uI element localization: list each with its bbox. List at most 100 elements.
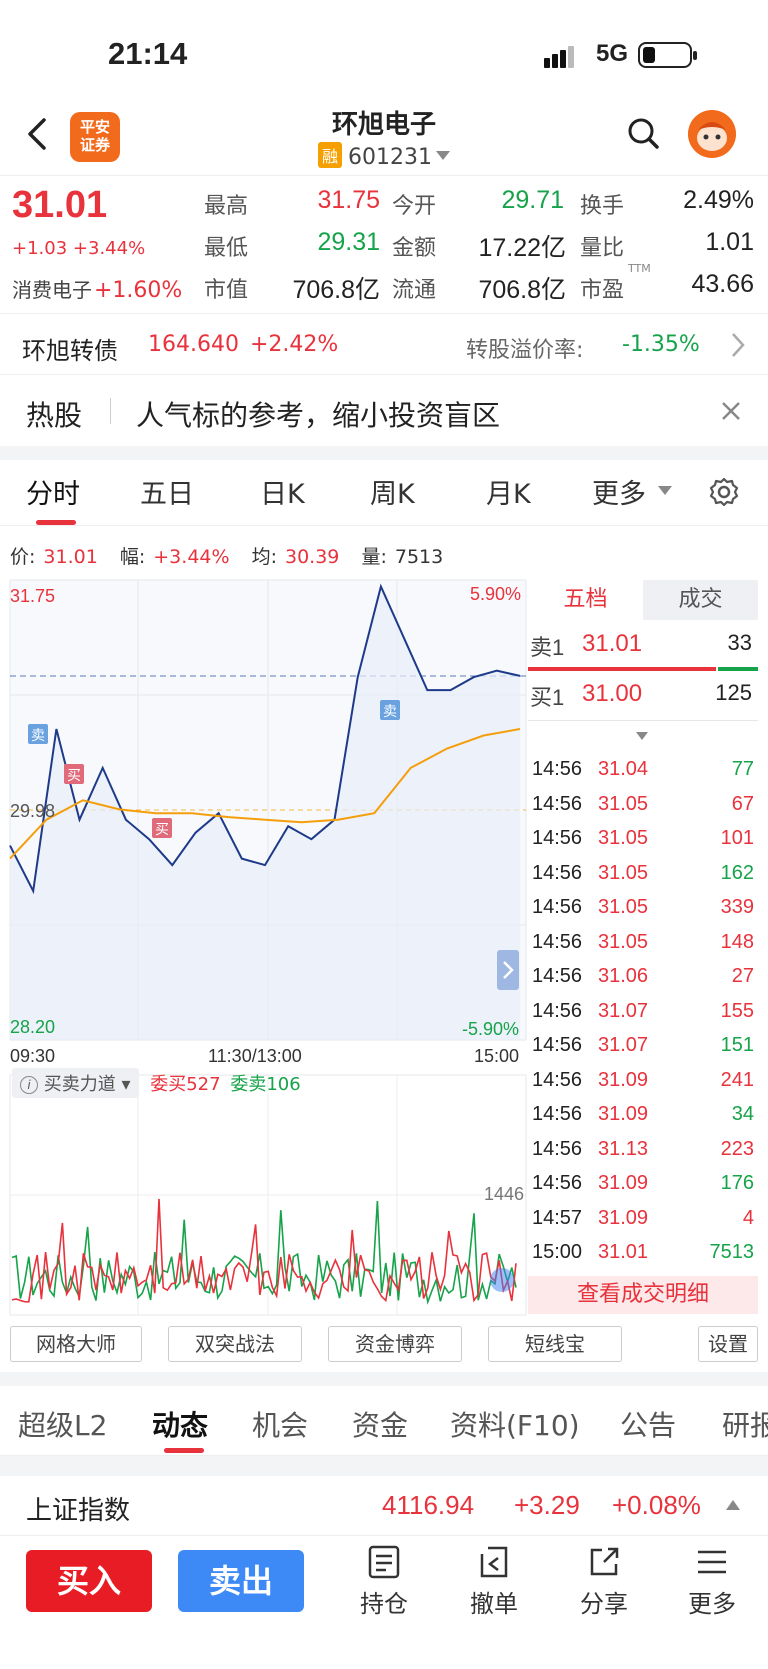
pe-value: 43.66 <box>691 270 754 298</box>
scroll-dot[interactable] <box>490 1268 514 1292</box>
sell-mark-label: 卖 <box>31 728 45 744</box>
double-breakout-button[interactable]: 双突战法 <box>168 1326 302 1362</box>
ask-row: 卖1 31.01 33 <box>528 630 758 664</box>
network-type: 5G <box>596 40 629 67</box>
tab-daily-k[interactable]: 日K <box>260 472 305 511</box>
tick-time: 14:56 <box>532 792 583 815</box>
tab-more[interactable]: 更多 <box>592 472 646 511</box>
tab-capital[interactable]: 资金 <box>352 1404 408 1444</box>
bond-name: 环旭转债 <box>22 337 118 365</box>
tick-price: 31.09 <box>598 1172 649 1194</box>
gear-icon[interactable] <box>708 476 740 508</box>
tab-weekly-k[interactable]: 周K <box>370 472 415 511</box>
cancel-order-button[interactable]: 撤单 <box>454 1544 534 1619</box>
holdings-button[interactable]: 持仓 <box>344 1544 424 1619</box>
x-axis-start-label: 09:30 <box>10 1046 56 1066</box>
more-label: 更多 <box>688 1590 736 1618</box>
info-tabs: 超级L2 动态 机会 资金 资料(F10) 公告 研报 <box>0 1386 768 1456</box>
avatar[interactable] <box>688 110 736 158</box>
ask-label: 卖1 <box>530 635 565 660</box>
sell-mark-label: 卖 <box>383 704 397 720</box>
tick-time: 15:00 <box>532 1241 583 1263</box>
share-button[interactable]: 分享 <box>564 1544 644 1619</box>
stock-code-selector[interactable]: 融 601231 <box>318 142 450 170</box>
signal-icon <box>544 46 576 68</box>
close-icon[interactable] <box>720 400 742 422</box>
premium-label: 转股溢价率: <box>466 338 584 363</box>
more-button[interactable]: 更多 <box>672 1544 752 1619</box>
tab-research[interactable]: 研报 <box>722 1404 768 1444</box>
info-price: 31.01 <box>43 546 98 568</box>
capital-game-button[interactable]: 资金博弈 <box>328 1326 462 1362</box>
hot-tag: 热股 <box>26 399 83 432</box>
flow-indicator-selector[interactable]: i 买卖力道 ▾ <box>12 1068 139 1098</box>
status-bar: 21:14 5G <box>0 0 768 100</box>
share-label: 分享 <box>580 1590 628 1618</box>
sell-button[interactable]: 卖出 <box>178 1550 304 1612</box>
tab-five-day[interactable]: 五日 <box>140 472 194 511</box>
tab-intraday[interactable]: 分时 <box>26 472 80 511</box>
price-change: +1.03 +3.44% <box>12 238 145 259</box>
tick-row: 14:56 31.06 27 <box>532 965 758 995</box>
grid-master-button[interactable]: 网格大师 <box>10 1326 142 1362</box>
ask-volume: 33 <box>727 630 752 655</box>
tick-time: 14:56 <box>532 1137 583 1160</box>
tab-super-l2[interactable]: 超级L2 <box>18 1404 107 1444</box>
tool-settings-button[interactable]: 设置 <box>698 1326 758 1362</box>
intraday-chart[interactable]: 卖 买 买 卖 <box>0 570 528 1320</box>
tick-row: 14:57 31.09 4 <box>532 1207 758 1237</box>
view-trade-detail-button[interactable]: 查看成交明细 <box>528 1276 758 1314</box>
chart-tabs: 分时 五日 日K 周K 月K 更多 <box>0 460 768 526</box>
buy-button[interactable]: 买入 <box>26 1550 152 1612</box>
flow-peak-label: 1446 <box>484 1184 525 1204</box>
header: 平安 证券 环旭电子 融 601231 <box>0 100 768 176</box>
amount-label: 金额 <box>392 236 437 261</box>
tab-monthly-k[interactable]: 月K <box>486 472 531 511</box>
short-term-button[interactable]: 短线宝 <box>488 1326 622 1362</box>
index-name: 上证指数 <box>26 1496 131 1526</box>
vol-ratio-value: 1.01 <box>705 228 754 256</box>
tab-announcements[interactable]: 公告 <box>620 1404 676 1444</box>
status-time: 21:14 <box>108 36 188 71</box>
tab-news[interactable]: 动态 <box>152 1404 208 1444</box>
index-change: +3.29 <box>514 1490 580 1520</box>
index-ticker[interactable]: 上证指数 4116.94 +3.29 +0.08% <box>0 1476 768 1536</box>
tick-row: 14:56 31.05 148 <box>532 931 758 961</box>
search-icon[interactable] <box>626 116 660 150</box>
tick-time: 14:56 <box>532 1034 583 1056</box>
flow-header: i 买卖力道 ▾ 委买527 委卖106 <box>12 1068 301 1098</box>
tick-row: 14:56 31.05 339 <box>532 896 758 926</box>
hot-stock-banner[interactable]: 热股 人气标的参考，缩小投资盲区 <box>0 376 768 446</box>
tab-opportunity[interactable]: 机会 <box>252 1404 308 1444</box>
low-label: 最低 <box>204 236 249 261</box>
tab-trades[interactable]: 成交 <box>643 580 758 620</box>
tick-volume: 27 <box>731 965 754 987</box>
section-gap <box>0 446 768 460</box>
convertible-bond-row[interactable]: 环旭转债 164.640 +2.42% 转股溢价率: -1.35% <box>0 315 768 375</box>
tab-level2[interactable]: 五档 <box>528 580 643 620</box>
ask-volume-bar <box>528 667 716 671</box>
tick-price: 31.13 <box>598 1137 649 1160</box>
tick-row: 14:56 31.07 151 <box>532 1034 758 1064</box>
change-value: +1.03 <box>12 238 68 259</box>
divider <box>110 398 111 424</box>
expand-handle[interactable] <box>497 950 519 990</box>
tick-price: 31.07 <box>598 1034 649 1056</box>
mcap-value: 706.8亿 <box>292 276 380 304</box>
expand-down-icon[interactable] <box>636 732 648 740</box>
premium-value: -1.35% <box>622 332 700 357</box>
tick-time: 14:56 <box>532 827 583 849</box>
section-gap <box>0 1456 768 1476</box>
x-axis-end-label: 15:00 <box>474 1046 520 1066</box>
tab-f10[interactable]: 资料(F10) <box>450 1404 580 1444</box>
tick-price: 31.01 <box>598 1241 649 1263</box>
sector-info[interactable]: 消费电子+1.60% <box>12 274 182 303</box>
tick-row: 14:56 31.13 223 <box>532 1138 758 1168</box>
tick-time: 14:56 <box>532 930 583 953</box>
bid-volume: 125 <box>715 680 752 705</box>
chart-info-line: 价: 31.01 幅: +3.44% 均: 30.39 量: 7513 <box>10 542 459 569</box>
holdings-icon <box>368 1545 400 1579</box>
tick-volume: 7513 <box>709 1241 755 1263</box>
pct-axis-bottom-label: -5.90% <box>462 1019 520 1039</box>
tick-time: 14:57 <box>532 1206 583 1229</box>
